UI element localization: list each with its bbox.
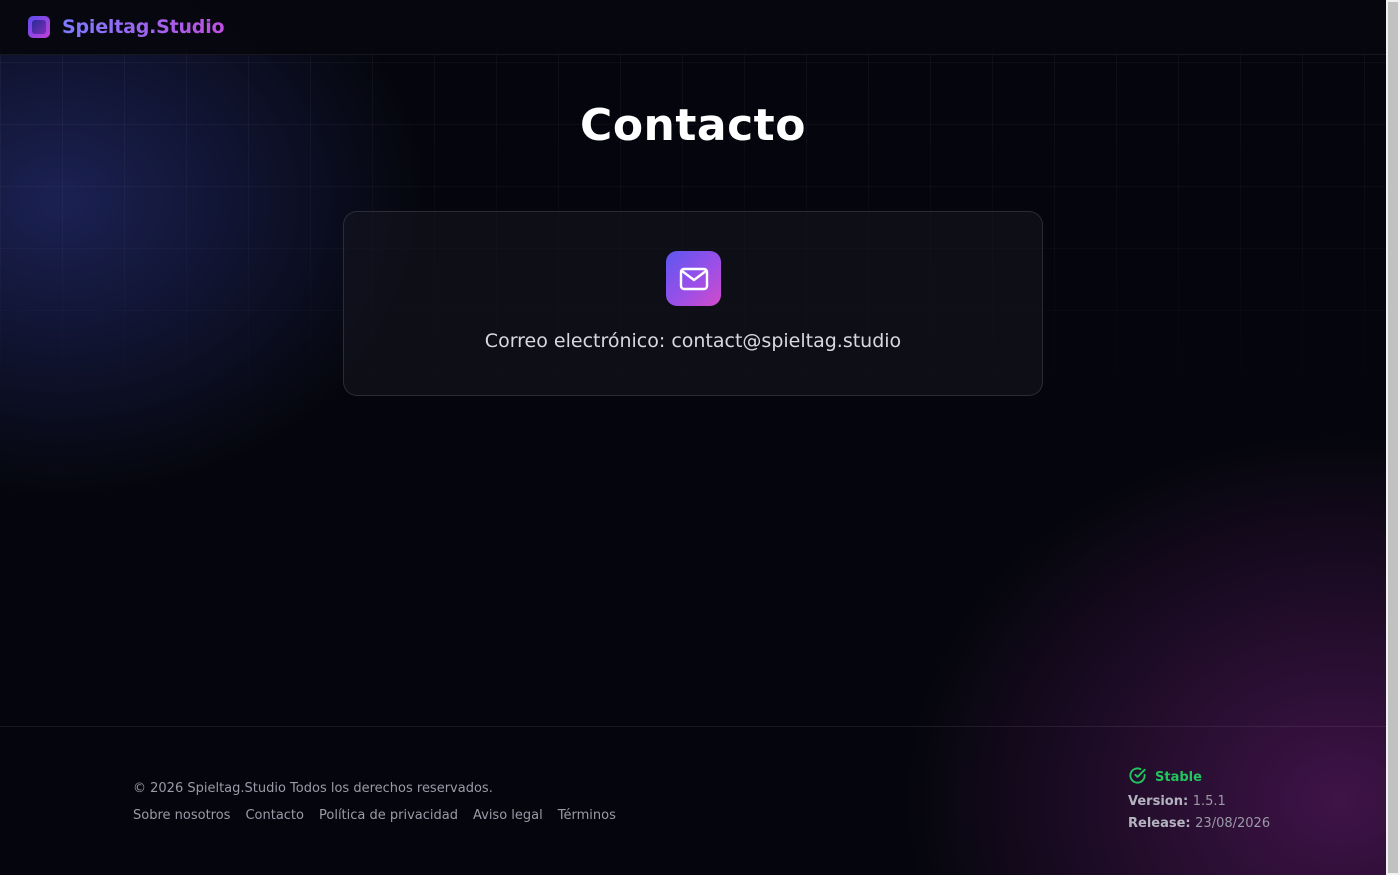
version-label: Version: (1128, 794, 1193, 809)
footer: © 2026 Spieltag.Studio Todos los derecho… (0, 726, 1386, 875)
footer-link-about[interactable]: Sobre nosotros (133, 808, 230, 823)
mail-icon (666, 251, 721, 306)
footer-links: Sobre nosotros Contacto Política de priv… (133, 808, 616, 823)
release-label: Release: (1128, 816, 1196, 831)
brand-link[interactable]: Spieltag.Studio (62, 16, 225, 38)
footer-link-privacy[interactable]: Política de privacidad (319, 808, 458, 823)
version-value: 1.5.1 (1192, 794, 1226, 809)
version-row: Version: 1.5.1 (1128, 794, 1270, 809)
page-title: Contacto (580, 100, 806, 151)
copyright-text: © 2026 Spieltag.Studio Todos los derecho… (133, 781, 493, 796)
scrollbar[interactable] (1386, 0, 1400, 875)
scrollbar-thumb[interactable] (1388, 2, 1398, 873)
footer-link-legal[interactable]: Aviso legal (473, 808, 543, 823)
logo-icon[interactable] (28, 16, 50, 38)
status-badge: Stable (1155, 769, 1202, 785)
contact-card: Correo electrónico: contact@spieltag.stu… (343, 211, 1043, 396)
footer-link-contact[interactable]: Contacto (245, 808, 304, 823)
footer-link-terms[interactable]: Términos (558, 808, 616, 823)
release-row: Release: 23/08/2026 (1128, 816, 1270, 831)
release-value: 23/08/2026 (1195, 816, 1271, 831)
check-circle-icon (1128, 766, 1147, 789)
build-status: Stable Version: 1.5.1 Release: 23/08/202… (1128, 767, 1270, 831)
top-bar: Spieltag.Studio (0, 0, 1386, 55)
contact-email[interactable]: Correo electrónico: contact@spieltag.stu… (344, 330, 1042, 352)
